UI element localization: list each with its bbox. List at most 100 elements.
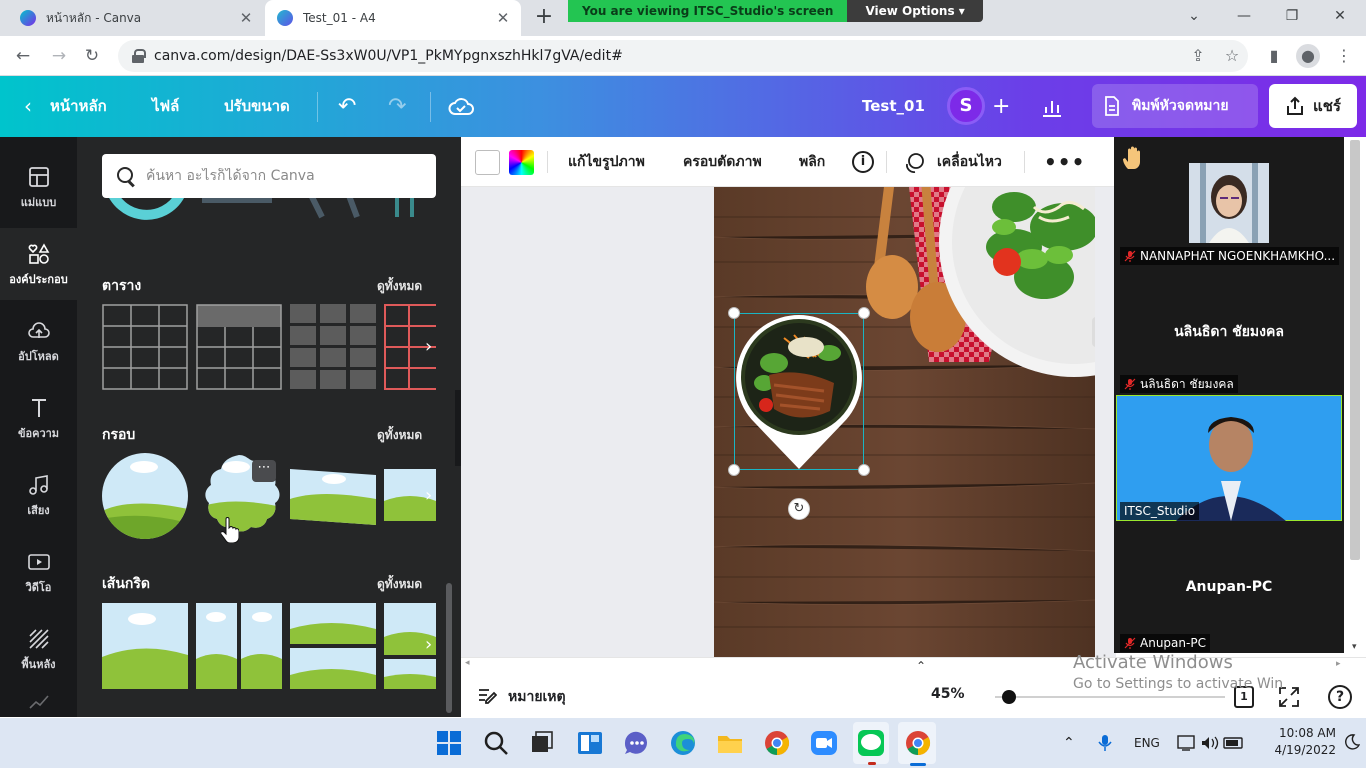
- chrome-icon[interactable]: [903, 728, 933, 758]
- search-input[interactable]: [146, 168, 426, 184]
- grid-thumbnail[interactable]: [290, 603, 376, 689]
- user-avatar[interactable]: S: [947, 87, 985, 125]
- profile-icon[interactable]: ●: [1296, 44, 1320, 68]
- scroll-down-icon[interactable]: ▾: [1352, 642, 1357, 652]
- windows-start-icon[interactable]: [434, 728, 464, 758]
- zoom-slider-thumb[interactable]: [1002, 690, 1016, 704]
- share-button[interactable]: แชร์: [1269, 84, 1357, 128]
- chrome-icon[interactable]: [762, 728, 792, 758]
- home-button[interactable]: หน้าหลัก: [50, 76, 107, 137]
- flip-button[interactable]: พลิก: [799, 137, 825, 187]
- resize-handle[interactable]: [858, 464, 870, 476]
- close-tab-icon[interactable]: ✕: [491, 9, 515, 27]
- task-view-icon[interactable]: [527, 728, 557, 758]
- close-window-icon[interactable]: ✕: [1316, 0, 1364, 32]
- undo-icon[interactable]: ↶: [338, 76, 356, 137]
- language-indicator[interactable]: ENG: [1134, 718, 1160, 768]
- chevron-right-icon[interactable]: ›: [425, 486, 439, 506]
- focus-moon-icon[interactable]: [1344, 734, 1360, 750]
- circle-frame-thumbnail[interactable]: [102, 453, 188, 539]
- scroll-left-icon[interactable]: ◂: [465, 658, 473, 672]
- browser-scrollbar[interactable]: [1350, 140, 1360, 560]
- minimize-icon[interactable]: —: [1220, 0, 1268, 32]
- restore-icon[interactable]: ❐: [1268, 0, 1316, 32]
- grid-thumbnail[interactable]: [196, 603, 282, 689]
- line-app-icon[interactable]: [856, 728, 886, 758]
- edit-image-button[interactable]: แก้ไขรูปภาพ: [568, 137, 645, 187]
- rail-item-audio[interactable]: เสียง: [0, 459, 77, 531]
- grid-thumbnail[interactable]: [102, 603, 188, 689]
- participant-tile[interactable]: นลินธิดา ชัยมงคล นลินธิดา ชัยมงคล: [1114, 265, 1344, 393]
- zoom-app-icon[interactable]: [809, 728, 839, 758]
- rail-item-templates[interactable]: แม่แบบ: [0, 151, 77, 223]
- print-letterhead-button[interactable]: พิมพ์หัวจดหมาย: [1092, 84, 1258, 128]
- rail-item-video[interactable]: วิดีโอ: [0, 536, 77, 608]
- help-icon[interactable]: ?: [1328, 685, 1352, 709]
- rail-item-uploads[interactable]: อัปโหลด: [0, 305, 77, 377]
- file-menu-button[interactable]: ไฟล์: [152, 76, 179, 137]
- see-all-grids-link[interactable]: ดูทั้งหมด: [377, 575, 422, 594]
- animate-button[interactable]: เคลื่อนไหว: [937, 137, 1002, 187]
- bookmark-star-icon[interactable]: ☆: [1220, 44, 1244, 68]
- browser-menu-icon[interactable]: ⋮: [1332, 44, 1356, 68]
- system-tray-icons[interactable]: [1176, 734, 1246, 752]
- chevron-up-icon[interactable]: ⌃: [916, 660, 928, 672]
- rail-item-text[interactable]: ข้อความ: [0, 382, 77, 454]
- side-panel-icon[interactable]: ▮: [1262, 44, 1286, 68]
- insights-chart-icon[interactable]: [1041, 76, 1063, 137]
- microphone-icon[interactable]: [1098, 734, 1112, 752]
- rail-item-background[interactable]: พื้นหลัง: [0, 613, 77, 685]
- reload-icon[interactable]: ↻: [80, 44, 104, 68]
- tab-search-chevron-icon[interactable]: ⌄: [1170, 0, 1218, 32]
- info-icon[interactable]: i: [852, 151, 874, 173]
- edge-browser-icon[interactable]: [668, 728, 698, 758]
- resize-handle[interactable]: [728, 464, 740, 476]
- browser-tab-home[interactable]: หน้าหลัก - Canva ✕: [8, 0, 264, 36]
- table-thumbnail[interactable]: [196, 304, 282, 390]
- notes-button[interactable]: หมายเหตุ: [508, 686, 566, 708]
- participant-tile[interactable]: Anupan-PC Anupan-PC: [1114, 524, 1344, 652]
- see-all-frames-link[interactable]: ดูทั้งหมด: [377, 426, 422, 445]
- widgets-icon[interactable]: [575, 728, 605, 758]
- tray-overflow-chevron-icon[interactable]: ⌃: [1063, 718, 1075, 768]
- cloud-sync-icon[interactable]: [448, 76, 474, 137]
- add-collaborator-icon[interactable]: +: [992, 76, 1010, 137]
- rotate-handle-icon[interactable]: ↻: [788, 498, 810, 520]
- browser-tab-design[interactable]: Test_01 - A4 ✕: [265, 0, 521, 36]
- redo-icon[interactable]: ↷: [388, 76, 406, 137]
- scroll-right-icon[interactable]: ▸: [1336, 659, 1341, 669]
- more-options-icon[interactable]: •••: [1044, 137, 1085, 187]
- more-options-icon[interactable]: ⋯: [252, 460, 276, 482]
- forward-icon[interactable]: →: [47, 44, 71, 68]
- back-icon[interactable]: ←: [11, 44, 35, 68]
- table-thumbnail[interactable]: [290, 304, 376, 390]
- url-field[interactable]: canva.com/design/DAE-Ss3xW0U/VP1_PkMYpgn…: [118, 40, 1248, 72]
- panel-scrollbar[interactable]: [446, 583, 452, 713]
- search-icon[interactable]: [481, 728, 511, 758]
- teams-chat-icon[interactable]: [621, 728, 651, 758]
- rail-item-more[interactable]: [0, 685, 77, 717]
- share-page-icon[interactable]: ⇪: [1186, 44, 1210, 68]
- resize-button[interactable]: ปรับขนาด: [224, 76, 290, 137]
- table-thumbnail[interactable]: [102, 304, 188, 390]
- chevron-right-icon[interactable]: ›: [425, 337, 439, 357]
- document-title[interactable]: Test_01: [862, 76, 925, 137]
- rail-item-elements[interactable]: องค์ประกอบ: [0, 228, 77, 300]
- crop-button[interactable]: ครอบตัดภาพ: [683, 137, 762, 187]
- chevron-left-icon[interactable]: ‹: [24, 76, 32, 137]
- search-box[interactable]: [102, 154, 436, 198]
- close-tab-icon[interactable]: ✕: [234, 9, 258, 27]
- resize-handle[interactable]: [728, 307, 740, 319]
- participant-tile-active-speaker[interactable]: ITSC_Studio: [1114, 394, 1344, 524]
- skewed-frame-thumbnail[interactable]: [290, 465, 376, 525]
- view-options-button[interactable]: View Options ▾: [847, 0, 983, 22]
- resize-handle[interactable]: [858, 307, 870, 319]
- file-explorer-icon[interactable]: [715, 728, 745, 758]
- see-all-tables-link[interactable]: ดูทั้งหมด: [377, 277, 422, 296]
- chevron-right-icon[interactable]: ›: [425, 635, 439, 655]
- color-swatch-white[interactable]: [475, 150, 500, 175]
- design-page[interactable]: ↻: [714, 187, 1095, 657]
- zoom-slider-track[interactable]: [995, 696, 1225, 698]
- zoom-percentage[interactable]: 45%: [931, 686, 965, 702]
- clock[interactable]: 10:08 AM 4/19/2022: [1256, 725, 1336, 759]
